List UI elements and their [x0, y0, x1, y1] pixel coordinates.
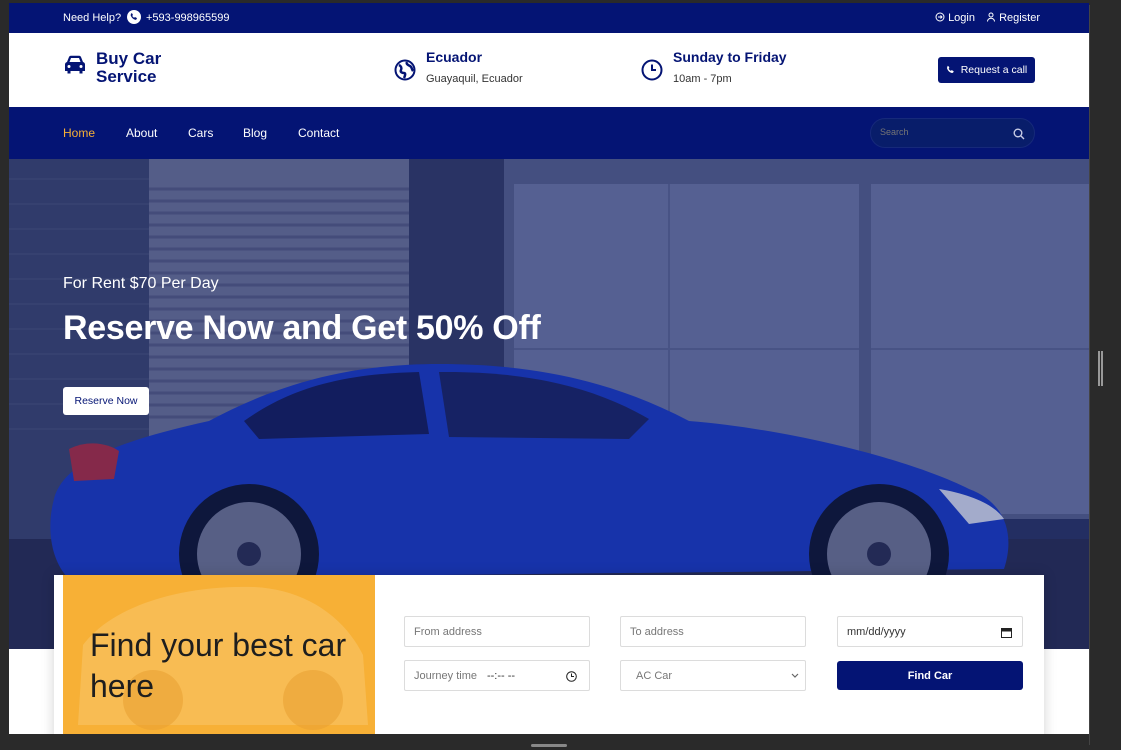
location-subtitle: Guayaquil, Ecuador [426, 73, 523, 85]
register-link[interactable]: Register [986, 12, 1040, 24]
hero-subtitle: For Rent $70 Per Day [63, 275, 219, 292]
search-box [870, 118, 1035, 148]
phone-icon [946, 65, 954, 73]
find-car-promo: Find your best car here [63, 575, 375, 734]
clock-icon [566, 671, 577, 682]
brand-logo[interactable]: Buy Car Service [96, 50, 161, 86]
brand-line1: Buy Car [96, 49, 162, 68]
to-address-field[interactable]: To address [620, 616, 806, 647]
brand-line2: Service [96, 67, 157, 86]
request-call-label: Request a call [960, 64, 1028, 76]
scrollbar-track [1089, 5, 1090, 745]
hours-title: Sunday to Friday [673, 49, 787, 65]
nav-item-blog[interactable]: Blog [243, 126, 267, 140]
site-header: Buy Car Service Ecuador Guayaquil, Ecuad… [9, 33, 1089, 107]
car-icon [63, 53, 87, 80]
reserve-now-button[interactable]: Reserve Now [63, 387, 149, 415]
calendar-icon [1001, 628, 1012, 638]
register-label: Register [999, 12, 1041, 24]
login-label: Login [948, 12, 975, 24]
login-icon [935, 12, 945, 22]
find-car-button[interactable]: Find Car [837, 661, 1023, 690]
login-link[interactable]: Login [935, 12, 975, 24]
request-call-button[interactable]: Request a call [938, 57, 1035, 83]
location-title: Ecuador [426, 49, 483, 65]
car-type-select[interactable]: AC Car [620, 660, 806, 691]
main-navigation: Home About Cars Blog Contact [9, 107, 1089, 159]
globe-icon [394, 59, 416, 86]
journey-time-value: --:-- -- [486, 669, 516, 682]
resize-handle[interactable] [1098, 351, 1103, 386]
window-scrollbar[interactable] [1089, 0, 1121, 750]
car-type-value: AC Car [636, 669, 673, 682]
chevron-down-icon [791, 673, 799, 678]
clock-icon [641, 59, 663, 86]
user-icon [987, 12, 995, 22]
journey-time-field[interactable]: Journey time --:-- -- [404, 660, 590, 691]
search-input[interactable] [880, 127, 1000, 137]
journey-time-label: Journey time [414, 669, 477, 682]
search-icon[interactable] [1013, 127, 1025, 145]
nav-item-about[interactable]: About [126, 126, 157, 140]
nav-item-contact[interactable]: Contact [298, 126, 339, 140]
browser-viewport: Need Help? +593-998965599 Login Register… [9, 3, 1089, 734]
phone-icon [127, 10, 141, 24]
bottom-resize-handle[interactable] [531, 744, 567, 747]
date-field[interactable]: mm/dd/yyyy [837, 616, 1023, 647]
top-bar: Need Help? +593-998965599 Login Register [9, 3, 1089, 33]
hours-subtitle: 10am - 7pm [673, 73, 732, 85]
need-help-label: Need Help? [63, 12, 122, 24]
find-car-form: Find your best car here From address To … [54, 575, 1044, 734]
from-address-field[interactable]: From address [404, 616, 590, 647]
phone-number[interactable]: +593-998965599 [146, 12, 230, 24]
nav-item-cars[interactable]: Cars [188, 126, 213, 140]
find-car-title: Find your best car here [90, 627, 347, 704]
nav-item-home[interactable]: Home [63, 126, 95, 140]
hero-title: Reserve Now and Get 50% Off [63, 309, 541, 347]
date-placeholder: mm/dd/yyyy [847, 625, 906, 638]
